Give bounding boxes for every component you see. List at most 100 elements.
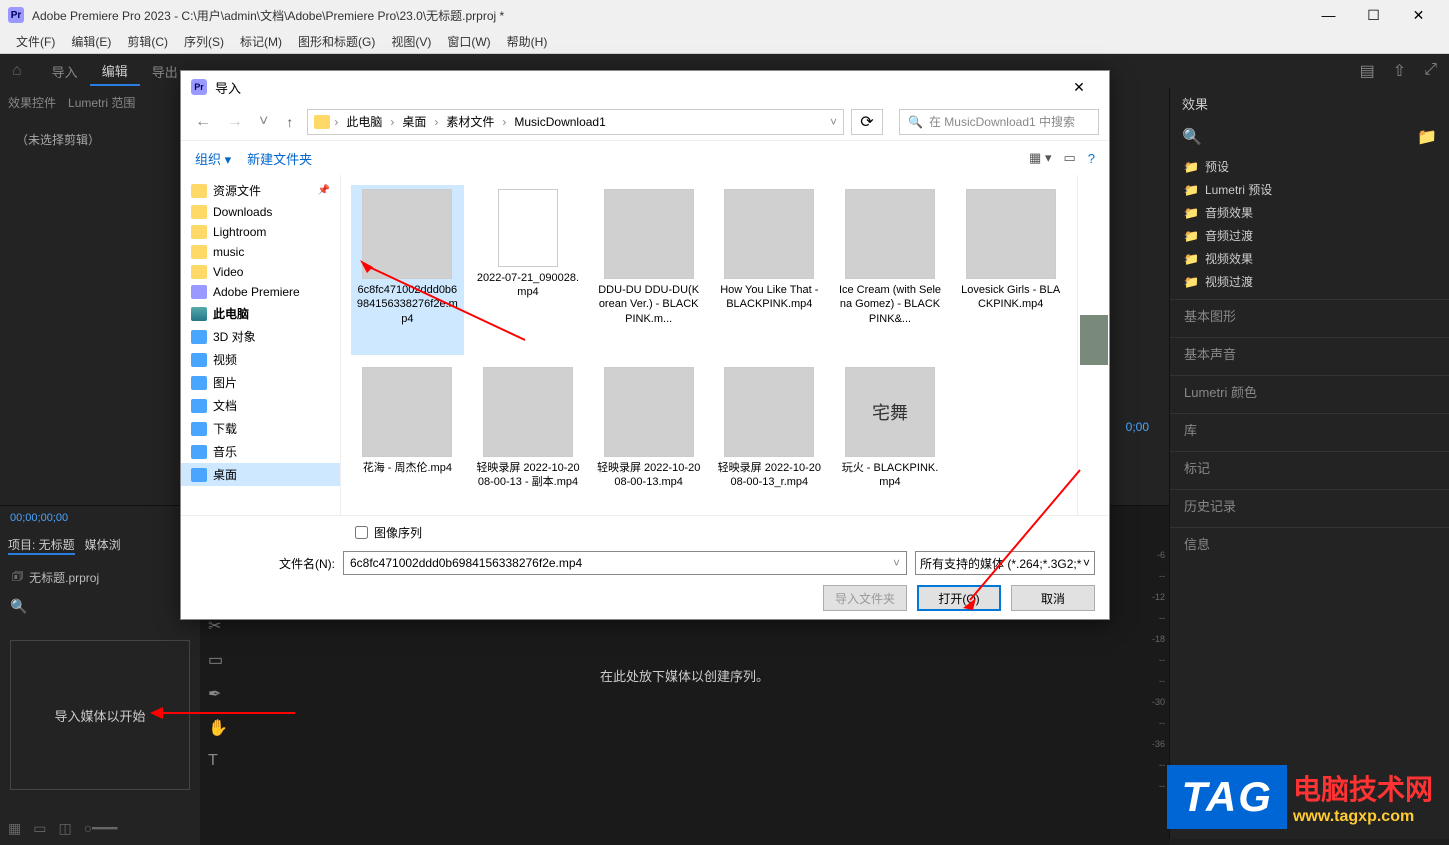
tab-effect-controls[interactable]: 效果控件 [8, 94, 56, 111]
refresh-button[interactable]: ⟳ [851, 109, 883, 135]
search-icon[interactable]: 🔍 [1182, 127, 1202, 147]
crumb-0[interactable]: 此电脑 [342, 113, 386, 130]
ws-tab-edit[interactable]: 编辑 [90, 57, 140, 86]
filename-input[interactable]: 6c8fc471002ddd0b6984156338276f2e.mp4˅ [343, 551, 907, 575]
image-sequence-checkbox[interactable] [355, 526, 368, 539]
file-item[interactable]: DDU-DU DDU-DU(Korean Ver.) - BLACKPINK.m… [592, 185, 705, 355]
maximize-button[interactable]: ☐ [1351, 0, 1396, 30]
file-item[interactable]: How You Like That - BLACKPINK.mp4 [713, 185, 826, 355]
tab-lumetri-scopes[interactable]: Lumetri 范围 [68, 94, 135, 111]
tree-row[interactable]: Video [181, 262, 340, 282]
import-folder-button[interactable]: 导入文件夹 [823, 585, 907, 611]
new-bin-icon[interactable]: 📁 [1417, 127, 1437, 147]
window-title: Adobe Premiere Pro 2023 - C:\用户\admin\文档… [32, 7, 1306, 24]
tree-row[interactable]: 桌面 [181, 463, 340, 486]
tree-row[interactable]: Downloads [181, 202, 340, 222]
tree-row[interactable]: Lightroom [181, 222, 340, 242]
list-view-icon[interactable]: ▦ [8, 820, 21, 837]
file-item[interactable]: 6c8fc471002ddd0b6984156338276f2e.mp4 [351, 185, 464, 355]
tab-project[interactable]: 项目: 无标题 [8, 536, 75, 555]
dialog-close-button[interactable]: ✕ [1059, 79, 1099, 96]
tree-audio-fx[interactable]: ›📁音频效果 [1170, 201, 1449, 224]
tab-media-browser[interactable]: 媒体浏 [85, 536, 121, 555]
menu-sequence[interactable]: 序列(S) [176, 31, 232, 52]
new-folder-button[interactable]: 新建文件夹 [247, 149, 312, 168]
section-libraries[interactable]: 库 [1170, 413, 1449, 445]
preview-pane-icon[interactable]: ▭ [1063, 150, 1075, 166]
slip-tool-icon[interactable]: ▭ [208, 650, 228, 670]
tree-row[interactable]: Adobe Premiere [181, 282, 340, 302]
menu-help[interactable]: 帮助(H) [499, 31, 556, 52]
section-egp[interactable]: 基本图形 [1170, 299, 1449, 331]
tree-row[interactable]: music [181, 242, 340, 262]
zoom-slider[interactable]: ○━━━ [84, 820, 118, 837]
freeform-icon[interactable]: ◫ [58, 820, 71, 837]
nav-recent-icon[interactable]: ˅ [255, 113, 272, 131]
tree-row[interactable]: 下载 [181, 417, 340, 440]
menu-window[interactable]: 窗口(W) [439, 31, 498, 52]
crumb-3[interactable]: MusicDownload1 [510, 115, 609, 129]
ws-tab-import[interactable]: 导入 [40, 58, 90, 85]
file-item[interactable]: 轻映录屏 2022-10-20 08-00-13 - 副本.mp4 [472, 363, 585, 515]
tree-row[interactable]: 文档 [181, 394, 340, 417]
file-item[interactable]: 轻映录屏 2022-10-20 08-00-13.mp4 [592, 363, 705, 515]
hand-tool-icon[interactable]: ✋ [208, 718, 228, 738]
tree-row[interactable]: 音乐 [181, 440, 340, 463]
menu-clip[interactable]: 剪辑(C) [119, 31, 176, 52]
pen-tool-icon[interactable]: ✒ [208, 684, 228, 704]
nav-up-icon[interactable]: ↑ [286, 114, 293, 130]
crumb-1[interactable]: 桌面 [398, 113, 430, 130]
menu-marker[interactable]: 标记(M) [232, 31, 290, 52]
project-bin[interactable]: 🗊 无标题.prproj [0, 561, 200, 594]
tree-row[interactable]: 此电脑 [181, 302, 340, 325]
minimize-button[interactable]: — [1306, 0, 1351, 30]
file-item[interactable]: Lovesick Girls - BLACKPINK.mp4 [954, 185, 1067, 355]
icon-view-icon[interactable]: ▭ [33, 820, 46, 837]
crumb-2[interactable]: 素材文件 [442, 113, 498, 130]
nav-forward-icon[interactable]: → [223, 113, 247, 131]
section-essential-sound[interactable]: 基本声音 [1170, 337, 1449, 369]
tree-audio-trans[interactable]: ›📁音频过渡 [1170, 224, 1449, 247]
menu-file[interactable]: 文件(F) [8, 31, 63, 52]
tree-lumetri[interactable]: ›📁Lumetri 预设 [1170, 178, 1449, 201]
open-button[interactable]: 打开(O) [917, 585, 1001, 611]
file-item[interactable]: 宅舞玩火 - BLACKPINK.mp4 [834, 363, 947, 515]
breadcrumb[interactable]: › 此电脑› 桌面› 素材文件› MusicDownload1 ˅ [307, 109, 844, 135]
project-search-icon[interactable]: 🔍 [10, 598, 27, 614]
type-tool-icon[interactable]: T [208, 752, 228, 770]
organize-menu[interactable]: 组织 ▾ [195, 149, 231, 168]
nav-back-icon[interactable]: ← [191, 113, 215, 131]
help-icon[interactable]: ? [1088, 151, 1095, 166]
tree-video-fx[interactable]: ›📁视频效果 [1170, 247, 1449, 270]
tree-row[interactable]: 图片 [181, 371, 340, 394]
close-button[interactable]: ✕ [1396, 0, 1441, 30]
fullscreen-icon[interactable]: ⤢ [1424, 61, 1437, 81]
section-info[interactable]: 信息 [1170, 527, 1449, 559]
tree-row[interactable]: 3D 对象 [181, 325, 340, 348]
menu-edit[interactable]: 编辑(E) [63, 31, 119, 52]
tree-presets[interactable]: ›📁预设 [1170, 155, 1449, 178]
dropdown-icon[interactable]: ˅ [830, 115, 837, 129]
folder-icon [191, 225, 207, 239]
home-icon[interactable]: ⌂ [12, 62, 22, 80]
section-lumetri-color[interactable]: Lumetri 颜色 [1170, 375, 1449, 407]
file-item[interactable]: Ice Cream (with Selena Gomez) - BLACKPIN… [834, 185, 947, 355]
search-box[interactable]: 🔍 在 MusicDownload1 中搜索 [899, 109, 1099, 135]
file-item[interactable]: 花海 - 周杰伦.mp4 [351, 363, 464, 515]
menu-graphics[interactable]: 图形和标题(G) [290, 31, 383, 52]
pc-icon [191, 307, 207, 321]
share-icon[interactable]: ⇧ [1393, 61, 1406, 81]
view-mode-icon[interactable]: ▦ ▾ [1029, 150, 1051, 166]
file-item[interactable]: 轻映录屏 2022-10-20 08-00-13_r.mp4 [713, 363, 826, 515]
menu-view[interactable]: 视图(V) [383, 31, 439, 52]
import-dropzone[interactable]: 导入媒体以开始 [10, 640, 190, 790]
tree-row[interactable]: 视频 [181, 348, 340, 371]
file-item[interactable]: 2022-07-21_090028.mp4 [472, 185, 585, 355]
tree-row[interactable]: 资源文件📌 [181, 179, 340, 202]
tree-video-trans[interactable]: ›📁视频过渡 [1170, 270, 1449, 293]
cancel-button[interactable]: 取消 [1011, 585, 1095, 611]
section-history[interactable]: 历史记录 [1170, 489, 1449, 521]
quick-export-icon[interactable]: ▤ [1360, 61, 1375, 81]
section-markers[interactable]: 标记 [1170, 451, 1449, 483]
file-filter-select[interactable]: 所有支持的媒体 (*.264;*.3G2;*˅ [915, 551, 1095, 575]
